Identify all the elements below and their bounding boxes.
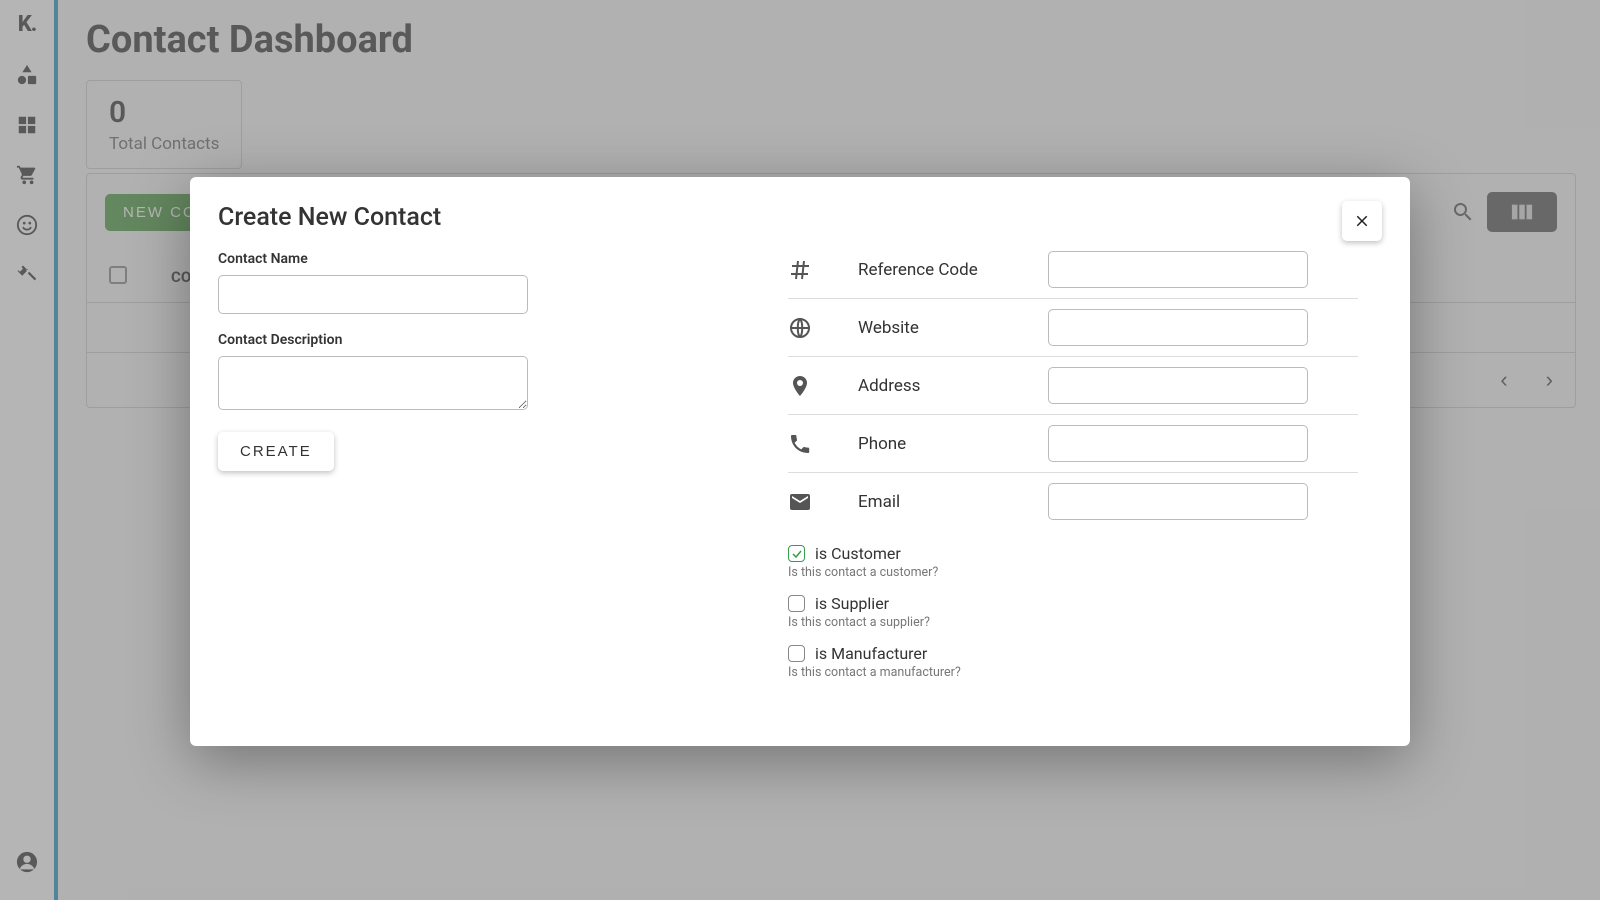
address-label: Address xyxy=(858,376,1038,396)
email-label: Email xyxy=(858,492,1038,512)
is-customer-help: Is this contact a customer? xyxy=(788,565,1358,580)
create-contact-modal: Create New Contact Contact Name Contact … xyxy=(190,177,1410,746)
contact-name-label: Contact Name xyxy=(218,251,528,267)
is-supplier-label: is Supplier xyxy=(815,594,889,613)
phone-icon xyxy=(788,432,848,456)
contact-description-field[interactable] xyxy=(218,356,528,410)
phone-field[interactable] xyxy=(1048,425,1308,462)
close-button[interactable] xyxy=(1342,201,1382,241)
is-manufacturer-checkbox[interactable] xyxy=(788,645,805,662)
reference-code-field[interactable] xyxy=(1048,251,1308,288)
location-icon xyxy=(788,374,848,398)
is-supplier-help: Is this contact a supplier? xyxy=(788,615,1358,630)
hash-icon xyxy=(788,258,848,282)
website-field[interactable] xyxy=(1048,309,1308,346)
website-label: Website xyxy=(858,318,1038,338)
globe-icon xyxy=(788,316,848,340)
reference-code-label: Reference Code xyxy=(858,260,1038,280)
close-icon xyxy=(1353,212,1371,230)
is-manufacturer-label: is Manufacturer xyxy=(815,644,927,663)
modal-title: Create New Contact xyxy=(218,203,441,232)
phone-label: Phone xyxy=(858,434,1038,454)
email-field[interactable] xyxy=(1048,483,1308,520)
email-icon xyxy=(788,490,848,514)
is-supplier-checkbox[interactable] xyxy=(788,595,805,612)
is-manufacturer-help: Is this contact a manufacturer? xyxy=(788,665,1358,680)
create-button[interactable]: CREATE xyxy=(218,432,334,471)
is-customer-label: is Customer xyxy=(815,544,901,563)
contact-name-field[interactable] xyxy=(218,275,528,314)
contact-description-label: Contact Description xyxy=(218,332,528,348)
address-field[interactable] xyxy=(1048,367,1308,404)
is-customer-checkbox[interactable] xyxy=(788,545,805,562)
